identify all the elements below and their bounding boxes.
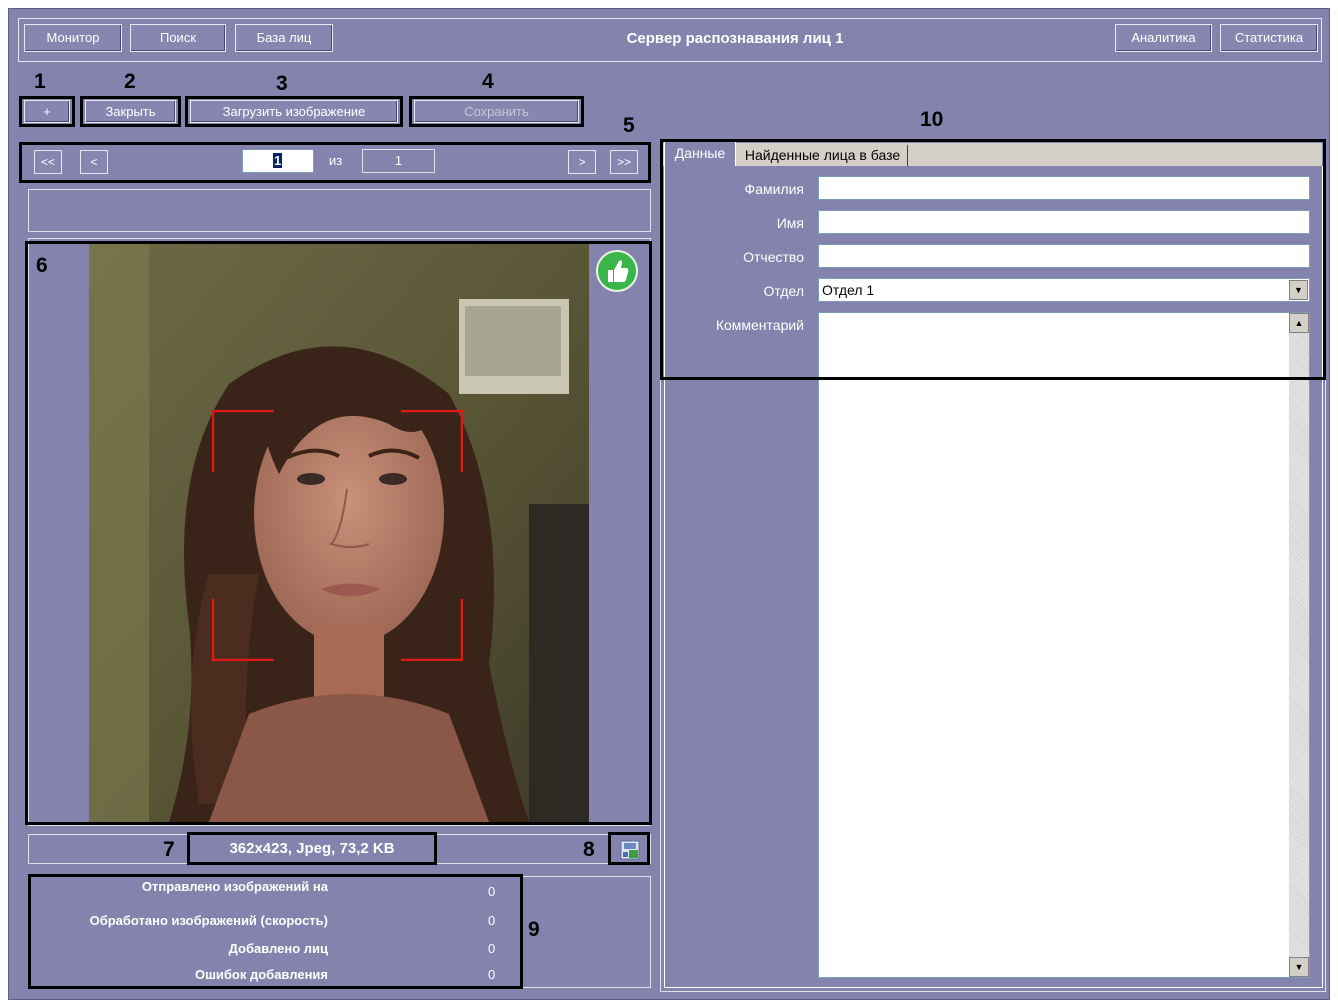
first-page-button[interactable]: << <box>34 150 62 174</box>
callout-1: 1 <box>34 70 46 93</box>
save-icon-graphic <box>620 840 640 860</box>
analytics-button[interactable]: Аналитика <box>1115 24 1212 52</box>
stat-label-errors: Ошибок добавления <box>194 967 328 982</box>
highlight-6 <box>25 241 652 825</box>
comment-textarea[interactable] <box>818 312 1310 978</box>
monitor-button[interactable]: Монитор <box>24 24 122 52</box>
callout-10: 10 <box>920 108 944 131</box>
image-info: 362x423, Jpeg, 73,2 KB <box>229 840 395 857</box>
save-button[interactable]: Сохранить <box>414 100 579 123</box>
stat-label-sent: Отправлено изображений на <box>141 879 328 894</box>
stat-value-sent: 0 <box>488 884 496 899</box>
callout-2: 2 <box>124 70 136 93</box>
scroll-down-icon[interactable]: ▼ <box>1289 957 1309 977</box>
of-label: из <box>329 153 343 168</box>
close-button[interactable]: Закрыть <box>85 100 176 123</box>
search-button[interactable]: Поиск <box>130 24 226 52</box>
comment-scrollbar[interactable]: ▲ ▼ <box>1289 313 1309 977</box>
stat-value-errors: 0 <box>488 967 496 982</box>
page-number-input[interactable]: 1 <box>242 149 314 173</box>
stat-value-processed: 0 <box>488 913 496 928</box>
next-page-button[interactable]: > <box>568 150 596 174</box>
total-pages: 1 <box>362 149 435 173</box>
highlight-10 <box>660 139 1326 380</box>
add-button[interactable]: + <box>24 100 70 123</box>
status-bar <box>28 189 651 232</box>
stat-label-processed: Обработано изображений (скорость) <box>89 913 328 928</box>
callout-5: 5 <box>623 114 635 137</box>
last-page-button[interactable]: >> <box>610 150 638 174</box>
face-base-button[interactable]: База лиц <box>235 24 333 52</box>
window-title: Сервер распознавания лиц 1 <box>626 30 844 47</box>
stat-value-added: 0 <box>488 941 496 956</box>
save-icon[interactable] <box>620 840 640 860</box>
statistics-button[interactable]: Статистика <box>1220 24 1318 52</box>
stat-label-added: Добавлено лиц <box>228 941 328 956</box>
load-image-button[interactable]: Загрузить изображение <box>190 100 398 123</box>
callout-4: 4 <box>482 70 494 93</box>
page-number-value: 1 <box>273 153 283 168</box>
prev-page-button[interactable]: < <box>80 150 108 174</box>
callout-3: 3 <box>276 72 288 95</box>
